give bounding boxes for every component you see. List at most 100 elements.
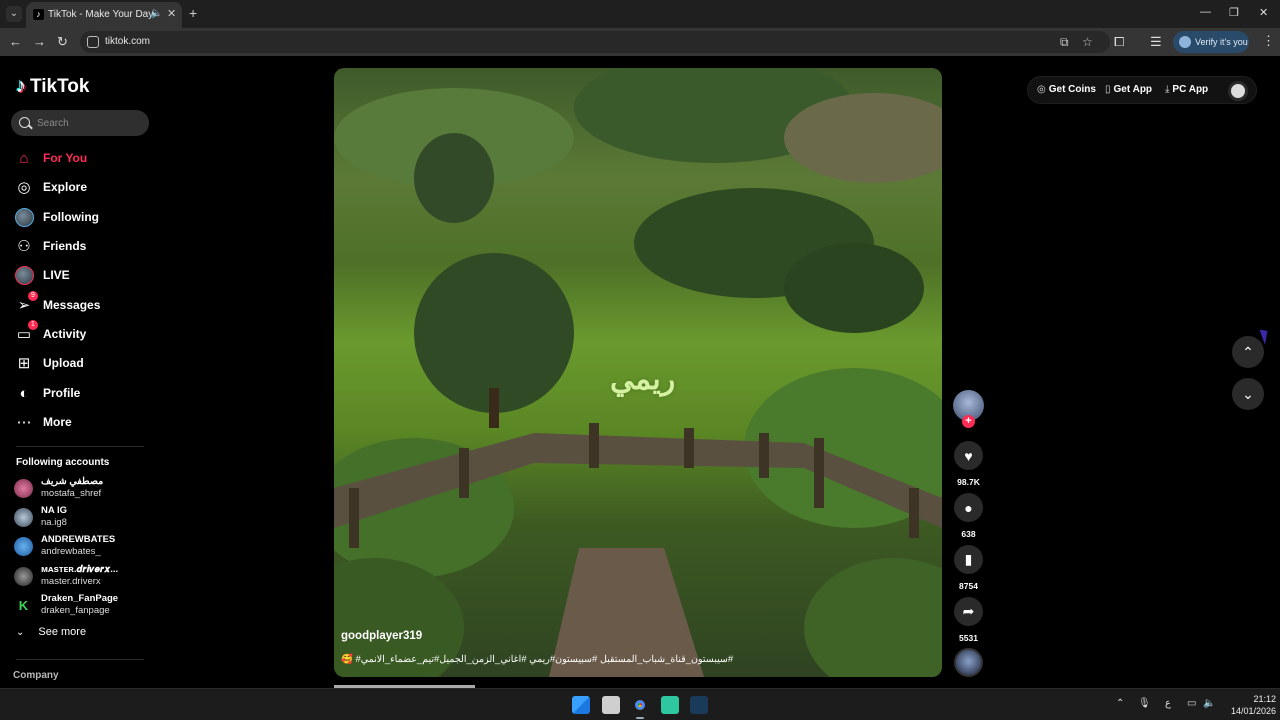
restore-button[interactable]: ❐	[1229, 6, 1239, 19]
like-button[interactable]: ♥	[954, 441, 983, 470]
account-handle: master.driverx	[41, 576, 101, 587]
previous-video-button[interactable]: ⌃	[1232, 336, 1264, 368]
sidebar-item-upload[interactable]: ⊞ Upload	[14, 350, 154, 376]
profile-avatar-icon	[1179, 36, 1191, 48]
share-icon: ➦	[962, 603, 975, 619]
get-coins-button[interactable]: ◎ Get Coins	[1037, 84, 1096, 95]
share-button[interactable]: ➦	[954, 597, 983, 626]
comment-count: 638	[961, 529, 976, 539]
sidebar-item-profile[interactable]: ◐ Profile	[14, 380, 154, 406]
volume-icon[interactable]: 🔈	[1203, 698, 1215, 709]
see-more-button[interactable]: ⌄ See more	[16, 626, 86, 638]
forward-button[interactable]: →	[33, 34, 46, 49]
address-bar[interactable]: tiktok.com ⧉ ☆	[80, 31, 1110, 53]
site-info-icon[interactable]	[87, 36, 99, 48]
install-app-icon[interactable]: ⧉	[1060, 35, 1069, 50]
network-icon[interactable]: ▭	[1187, 698, 1196, 709]
video-player[interactable]: ريمي goodplayer319 #سيبستون_قناة_شباب_ال…	[334, 68, 942, 677]
account-name: ᴍᴀsᴛᴇʀ.𝒅𝒓𝒊𝒗𝒆𝒓𝒙...	[41, 564, 119, 575]
search-input[interactable]	[37, 114, 145, 132]
avatar	[14, 567, 33, 586]
verify-profile-button[interactable]: Verify it's you	[1173, 31, 1249, 53]
company-link[interactable]: Company	[13, 670, 59, 681]
sidebar-item-activity[interactable]: ▭ 1 Activity	[14, 320, 154, 347]
bookmark-icon: ▮	[964, 551, 973, 567]
steam-icon[interactable]	[690, 696, 708, 714]
language-indicator[interactable]: ع	[1165, 698, 1171, 709]
browser-menu-icon[interactable]: ⋮	[1262, 33, 1275, 49]
tab-close-icon[interactable]: ✕	[167, 7, 176, 20]
sidebar-item-friends[interactable]: ⚇ Friends	[14, 233, 154, 259]
url-text: tiktok.com	[105, 36, 151, 47]
extensions-icon[interactable]: ⧠	[1114, 34, 1124, 50]
chrome-icon[interactable]	[631, 696, 649, 714]
see-more-label: See more	[38, 626, 87, 638]
store-app-icon[interactable]	[661, 696, 679, 714]
tab-search-icon[interactable]: ⌄	[6, 6, 22, 22]
music-disc-icon[interactable]	[954, 648, 983, 677]
account-item[interactable]: مصطفي شريف mostafa_shref	[14, 475, 154, 501]
minimize-button[interactable]: —	[1200, 6, 1211, 18]
bookmark-star-icon[interactable]: ☆	[1082, 35, 1093, 49]
comment-button[interactable]: ●	[954, 493, 983, 522]
chevron-up-icon: ⌃	[1242, 343, 1254, 360]
tiktok-favicon-icon: ♪	[33, 9, 44, 20]
sidebar-item-label: LIVE	[43, 268, 70, 282]
close-window-button[interactable]: ✕	[1259, 6, 1268, 19]
like-count: 98.7K	[957, 477, 980, 487]
browser-tab[interactable]: ♪ TikTok - Make Your Day 🔈 ✕	[26, 2, 182, 28]
windows-start-icon[interactable]	[572, 696, 590, 714]
account-item[interactable]: ANDREWBATES andrewbates_	[14, 533, 154, 559]
sidebar-item-messages[interactable]: ➢ 9 Messages	[14, 291, 154, 318]
sidebar-item-label: Activity	[43, 327, 87, 341]
chevron-down-icon: ⌄	[1242, 385, 1254, 402]
account-item[interactable]: NA IG na.ig8	[14, 504, 154, 530]
follow-plus-icon[interactable]: +	[962, 415, 975, 428]
save-button[interactable]: ▮	[954, 545, 983, 574]
media-controls-icon[interactable]: ☰	[1150, 34, 1162, 50]
microphone-icon[interactable]: 🎙	[1138, 698, 1151, 709]
account-item[interactable]: ᴍᴀsᴛᴇʀ.𝒅𝒓𝒊𝒗𝒆𝒓𝒙... master.driverx	[14, 563, 154, 589]
back-button[interactable]: ←	[9, 34, 22, 49]
messages-badge: 9	[28, 291, 38, 301]
file-explorer-icon[interactable]	[602, 696, 620, 714]
avatar: K	[14, 596, 33, 615]
account-handle: na.ig8	[41, 517, 67, 528]
chevron-up-icon[interactable]: ⌃	[1116, 698, 1124, 709]
sidebar-item-following[interactable]: Following	[14, 204, 154, 230]
activity-badge: 1	[28, 320, 38, 330]
chevron-down-icon: ⌄	[16, 626, 25, 638]
sidebar-item-live[interactable]: LIVE	[14, 262, 154, 288]
avatar	[14, 479, 33, 498]
save-count: 8754	[959, 581, 978, 591]
clock-time[interactable]: 21:12	[1232, 694, 1276, 704]
clock-date[interactable]: 14/01/2026	[1222, 706, 1276, 716]
download-icon: ⤓	[1165, 84, 1170, 95]
verify-label: Verify it's you	[1195, 37, 1248, 47]
account-name: Draken_FanPage	[41, 593, 119, 604]
next-video-button[interactable]: ⌄	[1232, 378, 1264, 410]
tiktok-logo[interactable]: ♪ TikTok	[16, 75, 89, 98]
avatar[interactable]	[1228, 81, 1248, 101]
video-description: #سيبستون_قناة_شباب_المستقبل #سبيستون#ريم…	[341, 654, 734, 665]
taskbar: ⌃ 🎙 ع ▭ 🔈 21:12 14/01/2026	[0, 688, 1280, 720]
sidebar-item-explore[interactable]: ◎ Explore	[14, 174, 154, 200]
sidebar-divider	[16, 659, 144, 660]
new-tab-button[interactable]: +	[189, 5, 197, 21]
account-item[interactable]: K Draken_FanPage draken_fanpage	[14, 592, 154, 618]
video-author[interactable]: goodplayer319	[341, 630, 422, 642]
audio-icon[interactable]: 🔈	[150, 8, 162, 19]
comment-icon: ●	[964, 499, 973, 516]
upload-icon: ⊞	[17, 355, 31, 372]
account-name: NA IG	[41, 505, 68, 516]
pc-app-button[interactable]: ⤓ PC App	[1165, 84, 1208, 95]
sidebar-item-more[interactable]: ⋯ More	[14, 409, 154, 435]
search-box[interactable]	[11, 110, 149, 136]
sidebar-item-for-you[interactable]: ⌂ For You	[14, 145, 154, 171]
get-app-button[interactable]: ▯ Get App	[1105, 84, 1152, 95]
account-name: مصطفي شريف	[41, 476, 104, 487]
reload-button[interactable]: ↻	[57, 34, 68, 50]
account-handle: draken_fanpage	[41, 605, 110, 616]
get-coins-label: Get Coins	[1048, 84, 1096, 95]
more-icon: ⋯	[16, 414, 32, 431]
